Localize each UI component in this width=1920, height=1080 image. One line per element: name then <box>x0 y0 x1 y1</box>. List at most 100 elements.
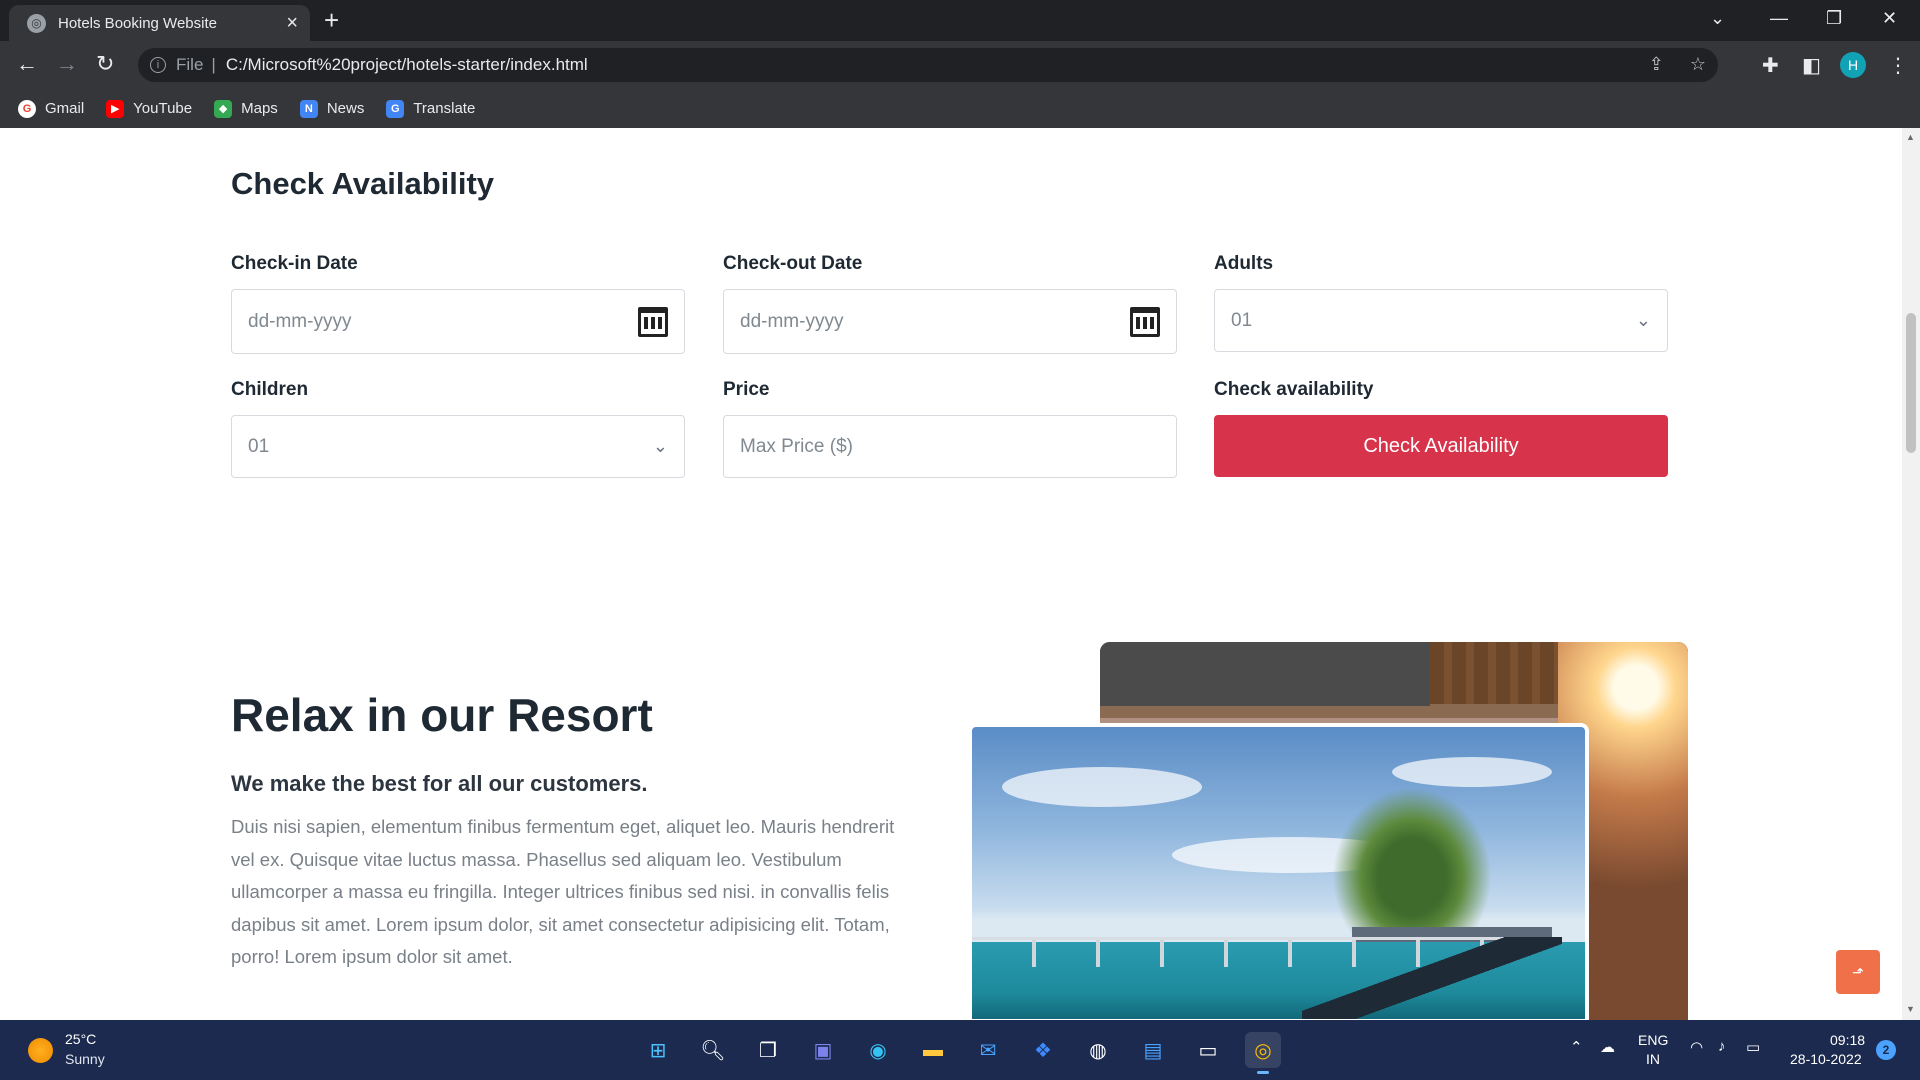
checkout-placeholder: dd-mm-yyyy <box>740 310 844 332</box>
checkin-placeholder: dd-mm-yyyy <box>248 310 352 332</box>
scroll-thumb[interactable] <box>1906 313 1916 453</box>
battery-icon[interactable]: ▭ <box>1746 1038 1760 1056</box>
edge-icon[interactable]: ◉ <box>860 1032 896 1068</box>
bookmark-gmail[interactable]: G Gmail <box>18 99 85 118</box>
tab-strip: ◎ Hotels Booking Website × + ⌄ — ❐ ✕ <box>0 0 1920 41</box>
url-scheme-label: File <box>176 55 204 74</box>
translate-icon: G <box>386 99 405 118</box>
info-icon[interactable]: i <box>150 57 166 73</box>
adults-select[interactable]: 01 ⌄ <box>1214 289 1668 352</box>
checkout-date-input[interactable]: dd-mm-yyyy <box>723 289 1177 354</box>
bookmark-youtube[interactable]: ▶ YouTube <box>106 99 193 118</box>
children-value: 01 <box>248 435 270 457</box>
browser-tab[interactable]: ◎ Hotels Booking Website × <box>9 5 310 41</box>
children-select[interactable]: 01 ⌄ <box>231 415 685 478</box>
close-tab-icon[interactable]: × <box>286 13 298 33</box>
bookmark-maps[interactable]: ◆ Maps <box>214 99 278 118</box>
close-window-icon[interactable]: ✕ <box>1882 8 1897 29</box>
bookmark-star-icon[interactable]: ☆ <box>1690 54 1706 75</box>
mail-icon[interactable]: ✉ <box>970 1032 1006 1068</box>
taskbar-apps: ⊞ 🔍︎ ❐ ▣ ◉ ▬ ✉ ❖ ◍ ▤ ▭ ◎ <box>640 1032 1281 1074</box>
check-availability-button[interactable]: Check Availability <box>1214 415 1668 477</box>
reload-icon[interactable]: ↻ <box>96 51 114 77</box>
github-icon[interactable]: ◍ <box>1080 1032 1116 1068</box>
language-indicator[interactable]: ENG <box>1638 1032 1668 1048</box>
extensions-icon[interactable]: ✚ <box>1762 53 1779 78</box>
task-view-icon[interactable]: ❐ <box>750 1032 786 1068</box>
calendar-icon[interactable] <box>1130 306 1160 337</box>
back-icon[interactable]: ← <box>16 51 38 77</box>
chevron-down-icon: ⌄ <box>652 436 668 456</box>
price-label: Price <box>723 379 770 400</box>
menu-icon[interactable]: ⋮ <box>1888 53 1908 78</box>
address-bar[interactable]: i File | C:/Microsoft%20project/hotels-s… <box>138 48 1718 82</box>
dropbox-icon[interactable]: ❖ <box>1025 1032 1061 1068</box>
bookmark-label: Maps <box>241 100 278 117</box>
resort-pool-image <box>968 723 1589 1020</box>
chevron-down-icon: ⌄ <box>1635 310 1651 330</box>
url-text[interactable]: C:/Microsoft%20project/hotels-starter/in… <box>226 55 588 75</box>
bookmark-label: News <box>326 100 365 117</box>
restore-icon[interactable]: ❐ <box>1826 8 1842 29</box>
adults-value: 01 <box>1231 309 1253 331</box>
scroll-down-icon[interactable]: ▼ <box>1906 1004 1915 1014</box>
checkin-label: Check-in Date <box>231 253 358 274</box>
page-scrollbar[interactable]: ▲ ▼ <box>1902 128 1920 1020</box>
resort-description: Duis nisi sapien, elementum finibus ferm… <box>231 816 895 967</box>
clock-time[interactable]: 09:18 <box>1830 1032 1865 1048</box>
onedrive-icon[interactable]: ☁ <box>1600 1038 1615 1056</box>
checkin-date-input[interactable]: dd-mm-yyyy <box>231 289 685 354</box>
terminal-icon[interactable]: ▭ <box>1190 1032 1226 1068</box>
price-placeholder: Max Price ($) <box>740 435 853 457</box>
new-tab-button[interactable]: + <box>324 7 339 33</box>
bookmarks-bar: G Gmail ▶ YouTube ◆ Maps N News G Transl… <box>0 89 1920 128</box>
resort-title: Relax in our Resort <box>231 689 653 741</box>
bookmark-label: Gmail <box>45 100 85 117</box>
store-icon[interactable]: ▤ <box>1135 1032 1171 1068</box>
minimize-icon[interactable]: — <box>1770 8 1788 29</box>
region-indicator[interactable]: IN <box>1646 1051 1660 1067</box>
youtube-icon: ▶ <box>106 99 125 118</box>
chrome-icon[interactable]: ◎ <box>1245 1032 1281 1074</box>
search-icon[interactable]: 🔍︎ <box>695 1032 731 1068</box>
children-label: Children <box>231 379 309 400</box>
weather-temperature[interactable]: 25°C <box>65 1031 96 1047</box>
adults-label: Adults <box>1214 253 1274 274</box>
share-icon[interactable]: ⇪ <box>1649 54 1664 75</box>
profile-avatar[interactable]: H <box>1840 52 1866 78</box>
sun-icon[interactable] <box>28 1038 53 1063</box>
side-panel-icon[interactable]: ◧ <box>1802 53 1821 78</box>
weather-condition[interactable]: Sunny <box>65 1051 105 1067</box>
forward-icon[interactable]: → <box>56 51 78 77</box>
check-availability-label: Check availability <box>1214 379 1374 400</box>
tab-search-icon[interactable]: ⌄ <box>1710 8 1725 29</box>
google-icon: G <box>18 99 36 118</box>
page-viewport: Check Availability Check-in Date dd-mm-y… <box>0 128 1902 1020</box>
checkout-label: Check-out Date <box>723 253 863 274</box>
volume-icon[interactable]: ♪ <box>1718 1038 1726 1055</box>
bookmark-label: YouTube <box>133 100 193 117</box>
notification-badge[interactable]: 2 <box>1876 1040 1896 1060</box>
start-icon[interactable]: ⊞ <box>640 1032 676 1068</box>
windows-taskbar: 25°C Sunny ⊞ 🔍︎ ❐ ▣ ◉ ▬ ✉ ❖ ◍ ▤ ▭ ◎ ⌃ ☁ … <box>0 1020 1920 1080</box>
calendar-icon[interactable] <box>638 306 668 337</box>
browser-toolbar: ← → ↻ i File | C:/Microsoft%20project/ho… <box>0 41 1920 89</box>
globe-icon: ◎ <box>27 13 46 33</box>
wifi-icon[interactable]: ◠ <box>1690 1038 1703 1056</box>
max-price-input[interactable]: Max Price ($) <box>723 415 1177 478</box>
bookmark-label: Translate <box>413 100 476 117</box>
bookmark-translate[interactable]: G Translate <box>386 99 476 118</box>
bookmark-news[interactable]: N News <box>299 99 365 118</box>
maps-icon: ◆ <box>214 99 233 118</box>
file-explorer-icon[interactable]: ▬ <box>915 1032 951 1068</box>
scroll-to-top-button[interactable]: ⬏ <box>1836 950 1880 994</box>
clock-date[interactable]: 28-10-2022 <box>1790 1051 1862 1067</box>
resort-subtitle: We make the best for all our customers. <box>231 771 648 796</box>
scroll-up-icon[interactable]: ▲ <box>1906 132 1915 142</box>
url-separator: | <box>211 55 216 74</box>
teams-chat-icon[interactable]: ▣ <box>805 1032 841 1068</box>
availability-title: Check Availability <box>231 166 495 201</box>
tray-chevron-icon[interactable]: ⌃ <box>1570 1038 1583 1056</box>
tab-title: Hotels Booking Website <box>58 14 217 32</box>
news-icon: N <box>299 99 318 118</box>
